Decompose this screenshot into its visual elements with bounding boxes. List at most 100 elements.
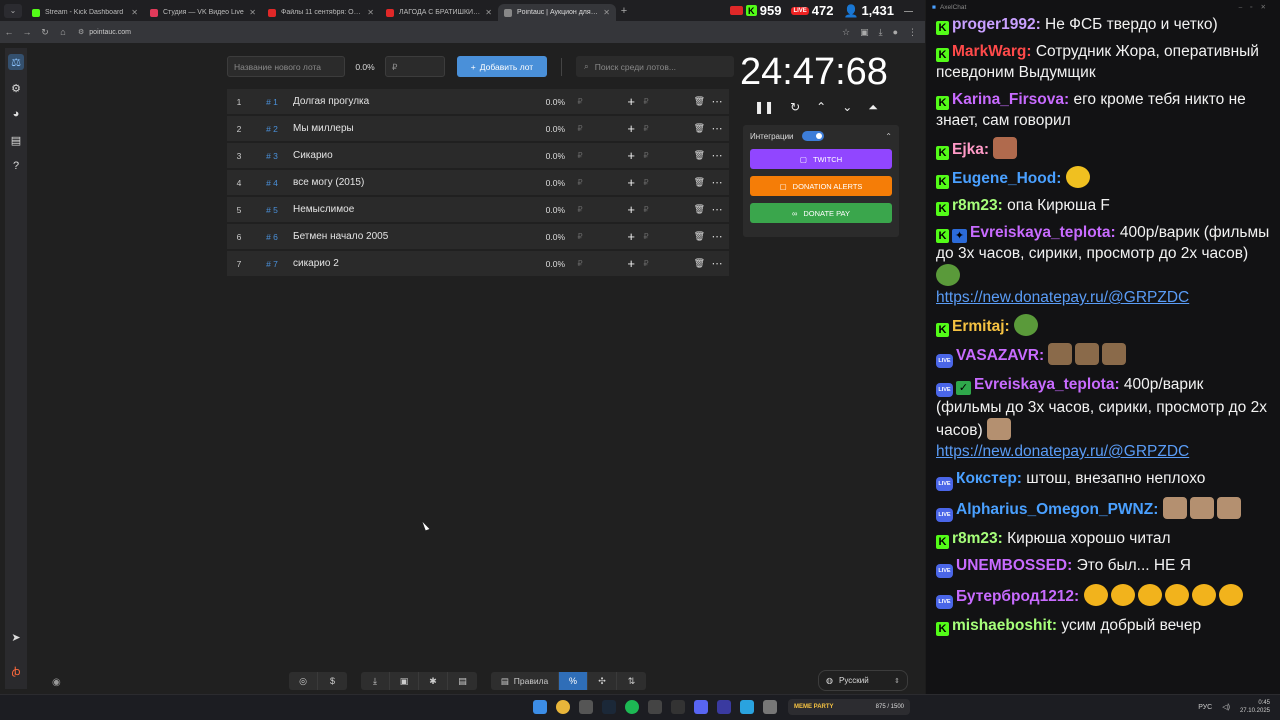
app-icon[interactable] (648, 700, 662, 714)
lot-id[interactable]: # 6 (251, 232, 293, 242)
compact-icon[interactable]: ✣ (588, 672, 617, 690)
new-lot-input[interactable] (227, 56, 345, 77)
sort-icon[interactable]: ⇅ (617, 672, 646, 690)
lot-extra-input[interactable]: ₽ (635, 151, 657, 160)
add-amount-icon[interactable]: + (595, 121, 635, 136)
browser-menu-icon[interactable]: ⋮ (908, 27, 917, 38)
lot-amount-input[interactable]: ₽ (565, 259, 595, 268)
chat-window-controls[interactable]: ‒▫✕ (1239, 3, 1274, 11)
chat-username[interactable]: Evreiskaya_teplota: (970, 224, 1116, 241)
lot-amount-input[interactable]: ₽ (565, 124, 595, 133)
lot-amount-input[interactable]: ₽ (565, 178, 595, 187)
chat-username[interactable]: Karina_Firsova: (952, 91, 1069, 108)
lot-extra-input[interactable]: ₽ (635, 259, 657, 268)
lot-extra-input[interactable]: ₽ (635, 205, 657, 214)
lot-extra-input[interactable]: ₽ (635, 124, 657, 133)
chat-username[interactable]: r8m23: (952, 197, 1003, 214)
chat-username[interactable]: Кокстер: (956, 470, 1022, 487)
site-info-icon[interactable]: ⚙ (78, 28, 84, 36)
volume-icon[interactable]: ◁) (1222, 703, 1230, 711)
extensions-icon[interactable]: ▣ (860, 27, 869, 38)
close-tab-icon[interactable]: ✕ (603, 8, 610, 17)
lot-id[interactable]: # 4 (251, 178, 293, 188)
lot-name[interactable]: Сикарио (293, 150, 529, 161)
lot-id[interactable]: # 2 (251, 124, 293, 134)
meme-party-widget[interactable]: MEME PARTY 875 / 1500 (788, 699, 910, 715)
chat-username[interactable]: r8m23: (952, 530, 1003, 547)
telegram-taskbar-icon[interactable] (740, 700, 754, 714)
chat-username[interactable]: Ermitaj: (952, 318, 1010, 335)
integrations-toggle[interactable] (801, 131, 824, 141)
donate-pay-button[interactable]: ∞ DONATE PAY (750, 203, 892, 223)
browser-tab[interactable]: ЛАГОДА С БРАТИШКИНЫМ Ж ✕ (380, 4, 498, 21)
delete-icon[interactable]: 🗑 (657, 177, 705, 188)
browser-tab[interactable]: Pointauc | Аукцион для стримеров ✕ (498, 4, 616, 21)
minimize-icon[interactable]: — (904, 6, 913, 16)
more-icon[interactable]: ⋯ (705, 176, 729, 189)
lot-search[interactable]: ⌕ Поиск среди лотов... (576, 56, 734, 77)
lot-name[interactable]: Бетмен начало 2005 (293, 231, 529, 242)
close-tab-icon[interactable]: ✕ (367, 8, 374, 17)
amount-input[interactable] (385, 56, 445, 77)
add-amount-icon[interactable]: + (595, 229, 635, 244)
lot-id[interactable]: # 3 (251, 151, 293, 161)
save-icon[interactable]: ▣ (390, 672, 419, 690)
donation-alerts-button[interactable]: ▢ DONATION ALERTS (750, 176, 892, 196)
home-icon[interactable]: ⌂ (54, 27, 72, 37)
double-up-icon[interactable]: ⏶ (868, 100, 878, 115)
lot-name[interactable]: Долгая прогулка (293, 96, 529, 107)
add-time-icon[interactable]: ⌃ (816, 100, 826, 115)
explorer-icon[interactable] (579, 700, 593, 714)
lot-extra-input[interactable]: ₽ (635, 97, 657, 106)
close-tab-icon[interactable]: ✕ (131, 8, 138, 17)
clear-icon[interactable]: ▤ (448, 672, 477, 690)
clock[interactable]: 0:45 27.10.2025 (1240, 699, 1270, 715)
delete-icon[interactable]: 🗑 (657, 258, 705, 269)
steam-icon[interactable] (602, 700, 616, 714)
delete-icon[interactable]: 🗑 (657, 231, 705, 242)
chat-username[interactable]: proger1992: (952, 16, 1041, 33)
reload-icon[interactable]: ↻ (36, 27, 54, 38)
lot-extra-input[interactable]: ₽ (635, 178, 657, 187)
chrome-icon[interactable] (556, 700, 570, 714)
tray-lang[interactable]: РУС (1198, 704, 1212, 711)
media-icon[interactable] (717, 700, 731, 714)
browser-tab[interactable]: Студия — VK Видео Live ✕ (144, 4, 262, 21)
history-icon[interactable]: ▤ (8, 132, 24, 148)
add-amount-icon[interactable]: + (595, 202, 635, 217)
browser-tab[interactable]: Файлы 11 сентября: От трагедии ✕ (262, 4, 380, 21)
lot-name[interactable]: Мы миллеры (293, 123, 529, 134)
delete-icon[interactable]: 🗑 (657, 204, 705, 215)
more-icon[interactable]: ⋯ (705, 122, 729, 135)
chat-username[interactable]: VASAZAVR: (956, 347, 1044, 364)
percent-toggle[interactable]: % (559, 672, 588, 690)
settings-taskbar-icon[interactable] (763, 700, 777, 714)
close-tab-icon[interactable]: ✕ (249, 8, 256, 17)
chat-username[interactable]: mishaeboshit: (952, 617, 1057, 634)
auction-icon[interactable]: ⚖ (8, 54, 24, 70)
github-icon[interactable]: ◎ (289, 672, 318, 690)
logo-icon[interactable]: ꞗ (8, 663, 24, 679)
forward-icon[interactable]: → (18, 27, 36, 37)
more-icon[interactable]: ⋯ (705, 149, 729, 162)
lot-amount-input[interactable]: ₽ (565, 97, 595, 106)
back-icon[interactable]: ← (0, 27, 18, 37)
lot-id[interactable]: # 7 (251, 259, 293, 269)
delete-icon[interactable]: 🗑 (657, 150, 705, 161)
twitch-button[interactable]: ▢ TWITCH (750, 149, 892, 169)
chat-username[interactable]: Alpharius_Omegon_PWNZ: (956, 501, 1158, 518)
spotify-icon[interactable] (625, 700, 639, 714)
help-icon[interactable]: ? (8, 158, 24, 174)
reset-icon[interactable]: ↻ (790, 100, 800, 115)
tab-menu-button[interactable]: ⌄ (4, 3, 22, 18)
add-amount-icon[interactable]: + (595, 256, 635, 271)
import-icon[interactable]: ⤓ (361, 672, 390, 690)
chat-link[interactable]: https://new.donatepay.ru/@GRPZDC (936, 289, 1189, 306)
collapse-icon[interactable]: ⌃ (885, 132, 892, 141)
bug-icon[interactable]: ✱ (419, 672, 448, 690)
add-amount-icon[interactable]: + (595, 94, 635, 109)
add-amount-icon[interactable]: + (595, 148, 635, 163)
url-field[interactable]: ⚙ pointauc.com (78, 28, 131, 37)
lot-name[interactable]: сикарио 2 (293, 258, 529, 269)
new-tab-button[interactable]: + (616, 5, 632, 17)
